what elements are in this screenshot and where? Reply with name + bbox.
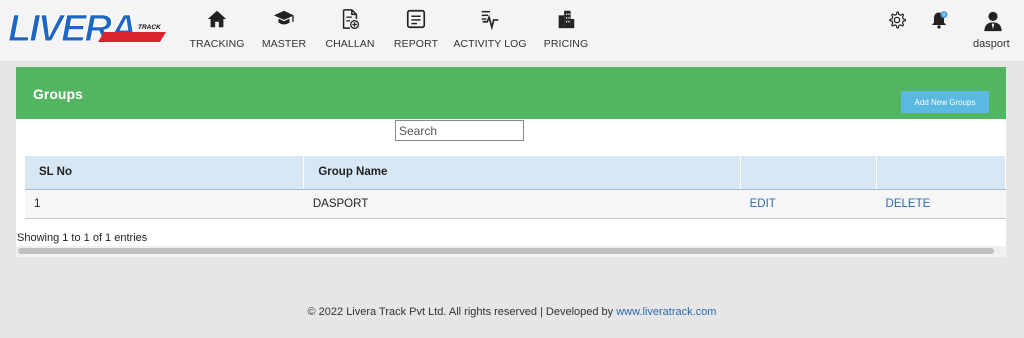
table-row: 1 DASPORT EDIT DELETE <box>25 189 1006 219</box>
nav-tracking[interactable]: TRACKING <box>189 8 245 56</box>
nav-report-label: REPORT <box>393 38 439 50</box>
report-icon <box>406 9 426 29</box>
cell-sl-no: 1 <box>25 189 304 219</box>
column-header-edit <box>740 156 878 190</box>
nav-tracking-label: TRACKING <box>189 38 245 50</box>
edit-link[interactable]: EDIT <box>740 189 877 219</box>
entries-info: Showing 1 to 1 of 1 entries <box>17 232 148 244</box>
document-add-icon <box>342 9 360 30</box>
user-name-label[interactable]: dasport <box>973 38 1010 50</box>
top-navbar: LIVERA TRACK TRACKING MASTER CHALLAN REP… <box>0 0 1024 62</box>
nav-pricing[interactable]: PRICING <box>544 8 588 56</box>
nav-activity-log[interactable]: ACTIVITY LOG <box>453 8 527 56</box>
cell-group-name: DASPORT <box>303 189 741 219</box>
scrollbar-thumb[interactable] <box>18 248 994 254</box>
column-header-group-name[interactable]: Group Name <box>303 156 742 190</box>
delete-link[interactable]: DELETE <box>876 189 1006 219</box>
nav-challan-label: CHALLAN <box>325 38 375 50</box>
nav-activity-log-label: ACTIVITY LOG <box>453 38 527 50</box>
nav-pricing-label: PRICING <box>543 38 589 50</box>
settings-gear-icon[interactable] <box>887 10 907 30</box>
column-header-delete <box>876 156 1006 190</box>
nav-master[interactable]: MASTER <box>262 8 306 56</box>
page-title: Groups <box>33 86 83 102</box>
nav-challan[interactable]: CHALLAN <box>325 8 375 56</box>
logo-subtext: TRACK <box>138 24 162 31</box>
livera-track-logo[interactable]: LIVERA TRACK <box>8 10 170 46</box>
add-new-groups-button[interactable]: Add New Groups <box>901 91 989 113</box>
footer-website-link[interactable]: www.liveratrack.com <box>616 306 716 318</box>
search-input[interactable] <box>395 120 524 141</box>
notification-bell-icon[interactable]: 0 <box>929 10 949 30</box>
graduation-cap-icon <box>273 10 294 25</box>
table-header-row: SL No Group Name <box>25 156 1006 190</box>
horizontal-scrollbar[interactable] <box>16 246 1006 257</box>
home-icon <box>207 10 227 28</box>
groups-panel: Groups Add New Groups SL No Group Name 1… <box>16 67 1006 257</box>
panel-header: Groups Add New Groups <box>16 67 1006 119</box>
footer: © 2022 Livera Track Pvt Ltd. All rights … <box>0 306 1024 318</box>
nav-master-label: MASTER <box>261 38 307 50</box>
column-header-sl-no[interactable]: SL No <box>25 156 305 190</box>
buildings-icon <box>558 10 575 29</box>
footer-text: © 2022 Livera Track Pvt Ltd. All rights … <box>307 306 614 318</box>
nav-report[interactable]: REPORT <box>394 8 438 56</box>
user-avatar-icon[interactable] <box>982 10 1004 32</box>
groups-table: SL No Group Name 1 DASPORT EDIT DELETE <box>25 156 1006 219</box>
activity-log-icon <box>481 10 499 30</box>
